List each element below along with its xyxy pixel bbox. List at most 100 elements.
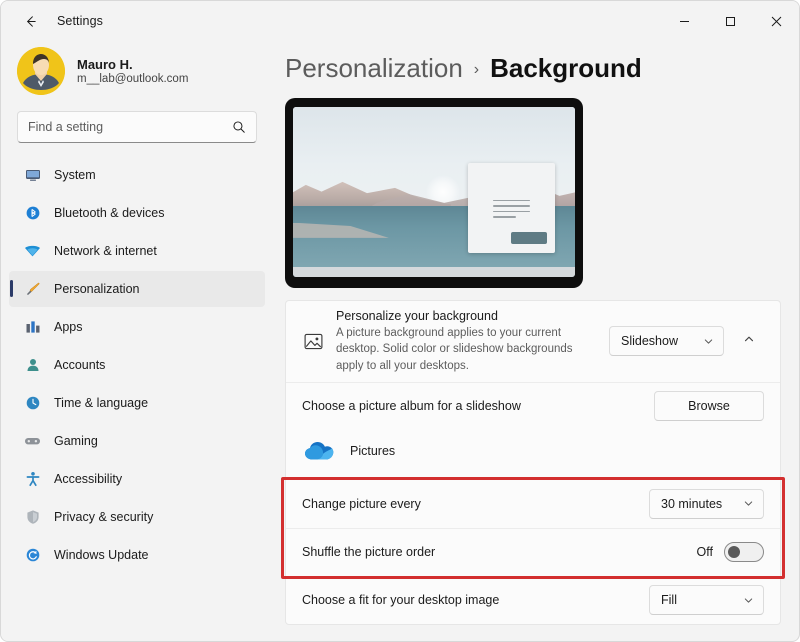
update-sync-icon xyxy=(24,547,41,564)
shuffle-picture-order-title: Shuffle the picture order xyxy=(302,545,436,560)
sidebar-item-personalization[interactable]: Personalization xyxy=(9,271,265,307)
back-arrow-icon xyxy=(23,14,38,29)
sidebar-item-label: Personalization xyxy=(54,282,140,296)
bluetooth-icon xyxy=(24,205,41,222)
back-button[interactable] xyxy=(13,6,47,36)
apps-grid-icon xyxy=(24,319,41,336)
preview-taskbar xyxy=(293,266,575,277)
picture-album-controls: Browse xyxy=(654,391,764,422)
preview-text-line xyxy=(493,210,530,213)
settings-cards: Personalize your background A picture ba… xyxy=(281,300,785,625)
wifi-icon xyxy=(24,243,41,260)
selected-album-item[interactable]: Pictures xyxy=(286,430,780,480)
sidebar-item-label: Network & internet xyxy=(54,244,157,258)
change-picture-every-controls: 30 minutes xyxy=(649,488,764,519)
shuffle-toggle[interactable] xyxy=(724,542,764,563)
picture-album-text: Choose a picture album for a slideshow xyxy=(302,391,642,421)
gamepad-icon xyxy=(24,433,41,450)
close-icon xyxy=(771,16,782,27)
sidebar-item-label: Privacy & security xyxy=(54,510,154,524)
sidebar-nav: System Bluetooth & devices Network & int… xyxy=(9,155,265,575)
sidebar-item-gaming[interactable]: Gaming xyxy=(9,423,265,459)
sidebar-item-bluetooth-devices[interactable]: Bluetooth & devices xyxy=(9,195,265,231)
monitor-icon xyxy=(24,167,41,184)
change-picture-every-title: Change picture every xyxy=(302,496,421,511)
minimize-button[interactable] xyxy=(661,1,707,41)
minimize-icon xyxy=(679,16,690,27)
content-pane: Personalization › Background Personalize… xyxy=(273,41,799,641)
window-caption-buttons xyxy=(661,1,799,41)
image-fit-dropdown[interactable]: Fill xyxy=(649,585,764,616)
shuffle-picture-order-row: Shuffle the picture order Off xyxy=(286,527,780,576)
personalize-background-card: Personalize your background A picture ba… xyxy=(285,300,781,625)
window-body: Mauro H. m__lab@outlook.com Find a setti… xyxy=(1,41,799,641)
change-interval-value: 30 minutes xyxy=(661,496,723,511)
chevron-right-icon: › xyxy=(473,61,480,78)
preview-sample-button xyxy=(510,232,548,245)
sidebar-item-label: Accessibility xyxy=(54,472,123,486)
search-icon[interactable] xyxy=(232,120,246,134)
maximize-icon xyxy=(725,16,736,27)
sidebar-item-label: Windows Update xyxy=(54,548,149,562)
image-fit-value: Fill xyxy=(661,593,677,608)
desktop-image-fit-text: Choose a fit for your desktop image xyxy=(302,585,637,615)
clock-globe-icon xyxy=(24,395,41,412)
page-title: Background xyxy=(490,53,642,83)
window-title: Settings xyxy=(57,14,103,28)
preview-text-line xyxy=(493,216,516,218)
account-email: m__lab@outlook.com xyxy=(77,73,189,85)
sidebar-item-label: Apps xyxy=(54,320,83,334)
breadcrumb-parent[interactable]: Personalization xyxy=(285,53,463,84)
sidebar-item-label: Accounts xyxy=(54,358,106,372)
accessibility-icon xyxy=(24,471,41,488)
settings-window: Settings Mauro H. m__lab@outlook.com Fin… xyxy=(0,0,800,642)
desktop-background-preview xyxy=(285,98,583,288)
preview-wrap xyxy=(285,98,781,288)
avatar xyxy=(17,47,65,95)
sidebar-item-windows-update[interactable]: Windows Update xyxy=(9,537,265,573)
picture-icon xyxy=(302,330,324,352)
sidebar-item-accounts[interactable]: Accounts xyxy=(9,347,265,383)
shield-icon xyxy=(24,509,41,526)
search-container xyxy=(9,107,265,155)
desktop-image-fit-row: Choose a fit for your desktop image Fill xyxy=(286,575,780,624)
chevron-down-icon xyxy=(703,336,714,347)
personalize-background-controls: Slideshow xyxy=(609,326,764,357)
change-interval-dropdown[interactable]: 30 minutes xyxy=(649,488,764,519)
personalize-background-description: A picture background applies to your cur… xyxy=(336,327,573,372)
personalize-background-text: Personalize your background A picture ba… xyxy=(336,301,597,382)
card-collapse-button[interactable] xyxy=(734,326,764,356)
chevron-up-icon xyxy=(743,332,755,350)
maximize-button[interactable] xyxy=(707,1,753,41)
paintbrush-icon xyxy=(24,281,41,298)
shuffle-toggle-group: Off xyxy=(696,542,764,563)
shuffle-picture-order-controls: Off xyxy=(696,542,764,563)
background-type-dropdown[interactable]: Slideshow xyxy=(609,326,724,357)
sidebar-item-accessibility[interactable]: Accessibility xyxy=(9,461,265,497)
account-card[interactable]: Mauro H. m__lab@outlook.com xyxy=(9,41,265,107)
toggle-knob xyxy=(728,546,740,559)
preview-text-line xyxy=(493,205,530,207)
shuffle-toggle-state: Off xyxy=(696,545,713,560)
sidebar-item-system[interactable]: System xyxy=(9,157,265,193)
picture-album-title: Choose a picture album for a slideshow xyxy=(302,399,521,414)
personalize-background-title: Personalize your background xyxy=(336,309,498,323)
search-box[interactable] xyxy=(17,111,257,143)
breadcrumb: Personalization › Background xyxy=(285,41,781,98)
desktop-image-fit-controls: Fill xyxy=(649,585,764,616)
close-button[interactable] xyxy=(753,1,799,41)
personalize-background-row[interactable]: Personalize your background A picture ba… xyxy=(286,301,780,382)
selected-album-label: Pictures xyxy=(350,443,396,458)
shuffle-picture-order-text: Shuffle the picture order xyxy=(302,537,685,567)
sidebar-item-label: Time & language xyxy=(54,396,149,410)
sidebar-item-network-internet[interactable]: Network & internet xyxy=(9,233,265,269)
sidebar-item-apps[interactable]: Apps xyxy=(9,309,265,345)
sidebar-item-privacy-security[interactable]: Privacy & security xyxy=(9,499,265,535)
sidebar-item-time-language[interactable]: Time & language xyxy=(9,385,265,421)
preview-sample-window xyxy=(467,163,556,254)
search-input[interactable] xyxy=(28,120,226,134)
preview-screen xyxy=(293,107,575,277)
change-picture-every-text: Change picture every xyxy=(302,489,637,519)
browse-button[interactable]: Browse xyxy=(654,391,764,422)
window-titlebar: Settings xyxy=(1,1,799,41)
